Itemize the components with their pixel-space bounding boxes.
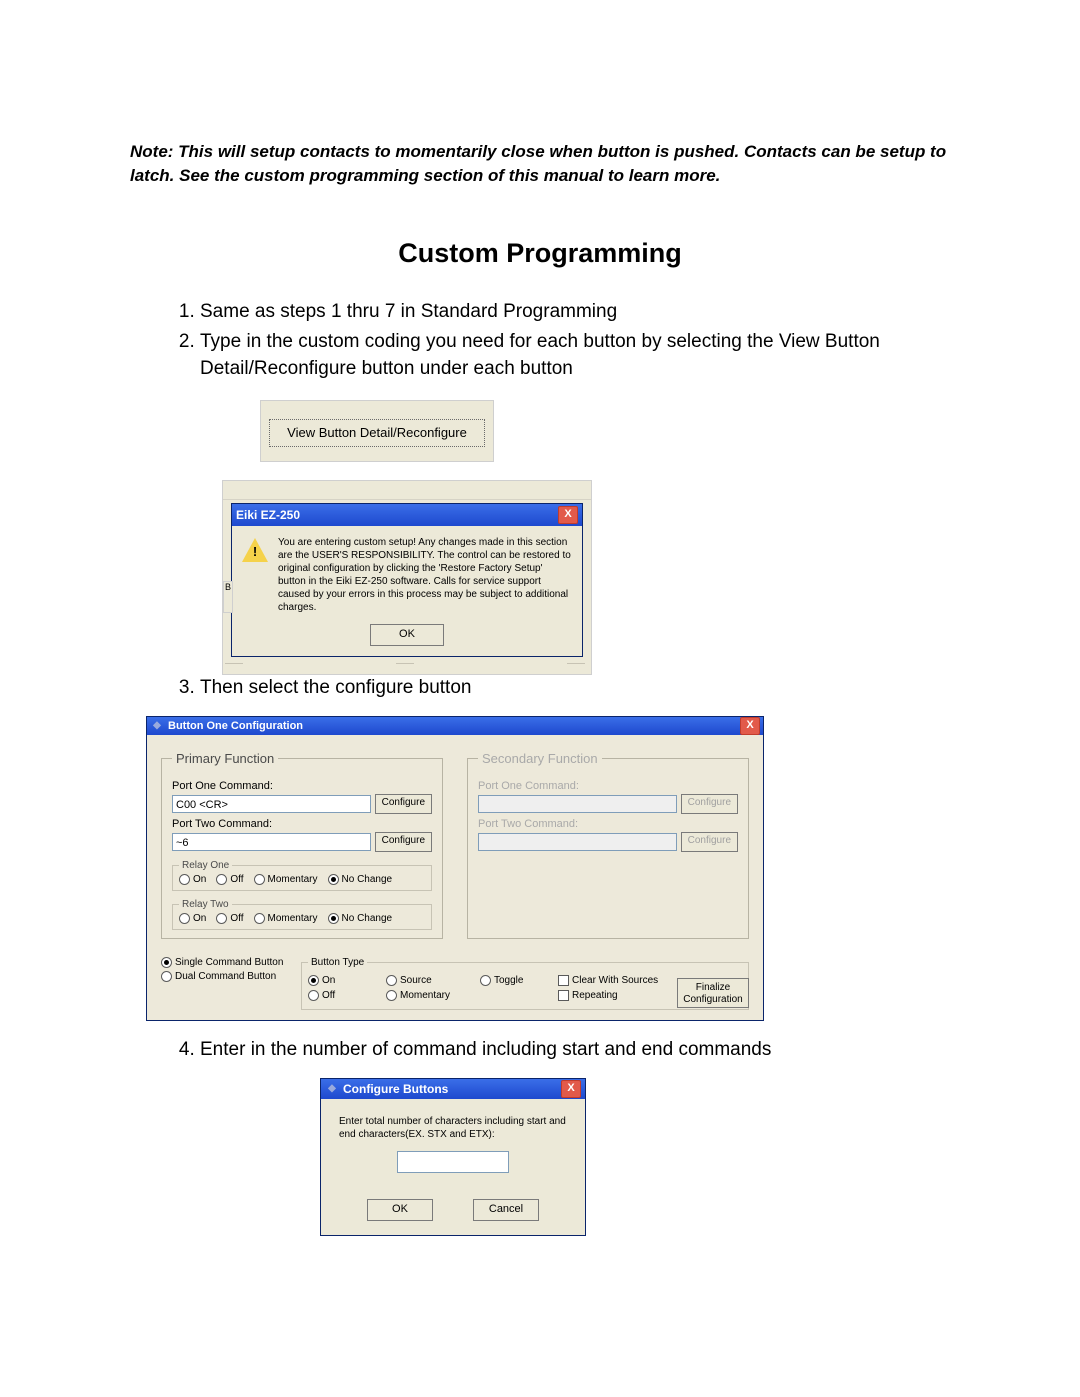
single-command-radio[interactable]: Single Command Button — [161, 957, 287, 968]
fig-view-button-detail: View Button Detail/Reconfigure — [260, 400, 494, 462]
relay-two-off-radio[interactable]: Off — [216, 913, 243, 924]
sec-port-one-configure-button: Configure — [681, 794, 738, 814]
fig-warning-dialog: B Eiki EZ-250 X ! You are entering custo… — [222, 480, 592, 675]
cancel-button[interactable]: Cancel — [473, 1199, 539, 1221]
relay-one-group: Relay One On Off Momentary No Change — [172, 860, 432, 891]
step-1: Same as steps 1 thru 7 in Standard Progr… — [200, 299, 950, 326]
warning-dialog-title: Eiki EZ-250 — [236, 508, 300, 522]
steps-list: Same as steps 1 thru 7 in Standard Progr… — [130, 299, 950, 383]
btype-momentary-radio[interactable]: Momentary — [386, 990, 462, 1001]
background-fragment — [223, 481, 591, 500]
relay-one-nochange-radio[interactable]: No Change — [328, 874, 393, 885]
sec-port-one-command-label: Port One Command: — [478, 780, 738, 792]
port-one-configure-button[interactable]: Configure — [375, 794, 432, 814]
fig-configure-buttons-dialog: ◆ Configure Buttons X Enter total number… — [320, 1078, 586, 1236]
document-page: Note: This will setup contacts to moment… — [0, 0, 1080, 1296]
configure-buttons-titlebar: ◆ Configure Buttons X — [321, 1079, 585, 1099]
finalize-configuration-button[interactable]: Finalize Configuration — [677, 978, 749, 1008]
ok-button[interactable]: OK — [370, 624, 444, 646]
btype-toggle-radio[interactable]: Toggle — [480, 975, 540, 986]
background-fragment-b: B — [223, 581, 233, 613]
warning-icon: ! — [242, 538, 268, 562]
port-two-command-input[interactable]: ~6 — [172, 833, 371, 851]
config-window-titlebar: ◆ Button One Configuration X — [147, 717, 763, 735]
btype-repeating-checkbox[interactable]: Repeating — [558, 990, 618, 1001]
app-icon: ◆ — [150, 719, 164, 733]
sec-port-two-command-label: Port Two Command: — [478, 818, 738, 830]
relay-one-legend: Relay One — [179, 860, 232, 871]
primary-function-group: Primary Function Port One Command: C00 <… — [161, 751, 443, 939]
port-two-command-label: Port Two Command: — [172, 818, 432, 830]
sec-port-two-configure-button: Configure — [681, 832, 738, 852]
secondary-function-legend: Secondary Function — [478, 751, 602, 766]
step-4: Enter in the number of command including… — [200, 1037, 950, 1064]
btype-clear-checkbox[interactable]: Clear With Sources — [558, 975, 658, 986]
btype-on-radio[interactable]: On — [308, 975, 368, 986]
relay-one-momentary-radio[interactable]: Momentary — [254, 874, 318, 885]
button-type-legend: Button Type — [308, 957, 367, 968]
page-heading: Custom Programming — [130, 238, 950, 269]
app-icon: ◆ — [325, 1082, 339, 1096]
relay-two-on-radio[interactable]: On — [179, 913, 206, 924]
command-type-group: Single Command Button Dual Command Butto… — [161, 957, 287, 985]
warning-dialog-titlebar: Eiki EZ-250 X — [232, 504, 582, 526]
close-icon[interactable]: X — [558, 506, 578, 524]
close-icon[interactable]: X — [740, 717, 760, 735]
ok-button[interactable]: OK — [367, 1199, 433, 1221]
relay-one-on-radio[interactable]: On — [179, 874, 206, 885]
close-icon[interactable]: X — [561, 1080, 581, 1098]
dual-command-radio[interactable]: Dual Command Button — [161, 971, 287, 982]
step-3: Then select the configure button — [200, 675, 950, 702]
port-one-command-label: Port One Command: — [172, 780, 432, 792]
background-fragment-bottom — [223, 663, 591, 674]
configure-buttons-prompt: Enter total number of characters includi… — [339, 1115, 567, 1141]
warning-message: You are entering custom setup! Any chang… — [278, 536, 572, 614]
relay-one-off-radio[interactable]: Off — [216, 874, 243, 885]
btype-source-radio[interactable]: Source — [386, 975, 462, 986]
relay-two-nochange-radio[interactable]: No Change — [328, 913, 393, 924]
fig-button-one-configuration: ◆ Button One Configuration X Primary Fun… — [146, 716, 764, 1021]
secondary-function-group: Secondary Function Port One Command: Con… — [467, 751, 749, 939]
character-count-input[interactable] — [397, 1151, 509, 1173]
sec-port-one-command-input — [478, 795, 677, 813]
relay-two-legend: Relay Two — [179, 899, 232, 910]
steps-list-continued: Then select the configure button — [130, 675, 950, 702]
port-two-configure-button[interactable]: Configure — [375, 832, 432, 852]
relay-two-momentary-radio[interactable]: Momentary — [254, 913, 318, 924]
port-one-command-input[interactable]: C00 <CR> — [172, 795, 371, 813]
note-text: Note: This will setup contacts to moment… — [130, 140, 950, 188]
relay-two-group: Relay Two On Off Momentary No Change — [172, 899, 432, 930]
steps-list-continued-2: Enter in the number of command including… — [130, 1037, 950, 1064]
step-2: Type in the custom coding you need for e… — [200, 329, 950, 382]
config-window-title: Button One Configuration — [168, 720, 303, 732]
warning-dialog-window: Eiki EZ-250 X ! You are entering custom … — [231, 503, 583, 657]
sec-port-two-command-input — [478, 833, 677, 851]
btype-off-radio[interactable]: Off — [308, 990, 368, 1001]
view-button-detail-reconfigure-button[interactable]: View Button Detail/Reconfigure — [269, 419, 485, 447]
primary-function-legend: Primary Function — [172, 751, 278, 766]
configure-buttons-title: Configure Buttons — [343, 1082, 448, 1096]
